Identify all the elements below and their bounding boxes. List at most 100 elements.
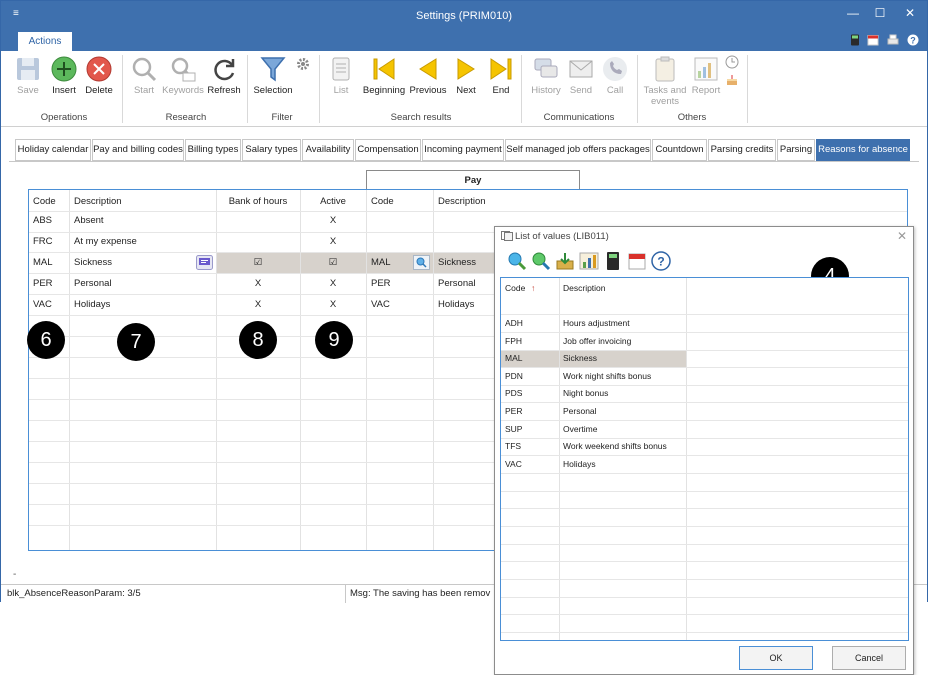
keywords-button[interactable]: Keywords xyxy=(162,55,204,96)
beginning-button[interactable]: Beginning xyxy=(360,55,408,96)
save-button[interactable]: Save xyxy=(13,55,43,96)
list-item-code[interactable]: PDS xyxy=(505,385,522,402)
tab-holiday-calendar[interactable]: Holiday calendar xyxy=(15,139,91,161)
cancel-button[interactable]: Cancel xyxy=(832,646,906,670)
list-item-code[interactable]: VAC xyxy=(505,456,522,473)
list-item-code[interactable]: PDN xyxy=(505,368,523,385)
tab-self-managed-job-offers-packages[interactable]: Self managed job offers packages xyxy=(505,139,651,161)
clock-icon[interactable] xyxy=(725,55,739,69)
checkbox-active[interactable]: ☑ xyxy=(300,253,366,273)
cell-description[interactable]: Holidays xyxy=(74,295,110,315)
list-item-description[interactable]: Job offer invoicing xyxy=(563,333,631,350)
tab-parsing-credits[interactable]: Parsing credits xyxy=(708,139,776,161)
column-header-code[interactable]: Code xyxy=(33,196,56,207)
gear-icon[interactable] xyxy=(296,57,310,71)
tab-reasons-for-absence[interactable]: Reasons for absence xyxy=(816,139,910,161)
delete-button[interactable]: Delete xyxy=(83,55,115,96)
call-button[interactable]: Call xyxy=(600,55,630,96)
cell-code[interactable]: FRC xyxy=(33,232,53,252)
minimize-button[interactable]: — xyxy=(843,6,863,20)
lookup-magnifier-icon[interactable] xyxy=(413,255,430,270)
cell-pay-description[interactable]: Holidays xyxy=(438,295,474,315)
cell-pay-description[interactable]: Personal xyxy=(438,274,476,294)
next-button[interactable]: Next xyxy=(451,55,481,96)
calculator-icon[interactable] xyxy=(603,251,623,271)
list-item-description[interactable]: Personal xyxy=(563,403,597,420)
tab-billing-types[interactable]: Billing types xyxy=(185,139,241,161)
cell-active[interactable]: X xyxy=(300,295,366,315)
cell-bank-of-hours[interactable]: X xyxy=(216,295,300,315)
cell-description[interactable]: Sickness xyxy=(74,253,112,273)
search-icon[interactable] xyxy=(507,251,527,271)
list-item-code[interactable]: TFS xyxy=(505,438,521,455)
calculator-icon[interactable] xyxy=(849,34,861,46)
column-header-pay-code[interactable]: Code xyxy=(371,196,394,207)
list-item-description[interactable]: Overtime xyxy=(563,421,597,438)
column-header-bank-of-hours[interactable]: Bank of hours xyxy=(216,196,300,207)
chart-icon[interactable] xyxy=(579,251,599,271)
resize-handle[interactable]: - xyxy=(13,569,16,580)
column-header-description[interactable]: Description xyxy=(74,196,122,207)
cell-description[interactable]: At my expense xyxy=(74,232,137,252)
tab-incoming-payment[interactable]: Incoming payment xyxy=(422,139,504,161)
tab-actions[interactable]: Actions xyxy=(17,31,73,51)
cell-code[interactable]: ABS xyxy=(33,211,52,231)
list-item-code[interactable]: FPH xyxy=(505,333,522,350)
previous-button[interactable]: Previous xyxy=(408,55,448,96)
list-item-code[interactable]: MAL xyxy=(505,350,522,367)
end-button[interactable]: End xyxy=(486,55,516,96)
cell-pay-code[interactable]: MAL xyxy=(371,253,391,273)
maximize-button[interactable]: ☐ xyxy=(870,6,890,20)
cell-code[interactable]: PER xyxy=(33,274,53,294)
list-item-description[interactable]: Holidays xyxy=(563,456,596,473)
list-item-description[interactable]: Work night shifts bonus xyxy=(563,368,651,385)
tab-availability[interactable]: Availability xyxy=(302,139,354,161)
list-item-code[interactable]: ADH xyxy=(505,315,523,332)
column-header-pay-description[interactable]: Description xyxy=(438,196,486,207)
help-icon[interactable]: ? xyxy=(907,34,919,46)
sort-ascending-icon[interactable]: ↑ xyxy=(531,280,535,297)
tab-countdown[interactable]: Countdown xyxy=(652,139,707,161)
print-icon[interactable] xyxy=(887,34,899,46)
cell-pay-code[interactable]: PER xyxy=(371,274,391,294)
close-button[interactable]: ✕ xyxy=(900,6,920,20)
list-item-description[interactable]: Night bonus xyxy=(563,385,608,402)
cell-description[interactable]: Absent xyxy=(74,211,104,231)
checkbox-bank-of-hours[interactable]: ☑ xyxy=(216,253,300,273)
column-header-description[interactable]: Description xyxy=(563,280,606,297)
dialog-close-button[interactable]: ✕ xyxy=(897,229,907,243)
comment-icon[interactable] xyxy=(196,255,213,270)
refresh-button[interactable]: Refresh xyxy=(205,55,243,96)
list-item-description[interactable]: Hours adjustment xyxy=(563,315,630,332)
column-header-code[interactable]: Code xyxy=(505,280,525,297)
tasks-and-events-button[interactable]: Tasks and events xyxy=(642,55,688,107)
tab-compensation[interactable]: Compensation xyxy=(355,139,421,161)
send-button[interactable]: Send xyxy=(566,55,596,96)
cell-code[interactable]: VAC xyxy=(33,295,52,315)
list-item-description[interactable]: Work weekend shifts bonus xyxy=(563,438,667,455)
ok-button[interactable]: OK xyxy=(739,646,813,670)
list-item-description[interactable]: Sickness xyxy=(563,350,597,367)
list-button[interactable]: List xyxy=(326,55,356,96)
cell-bank-of-hours[interactable]: X xyxy=(216,274,300,294)
tab-pay-and-billing-codes[interactable]: Pay and billing codes xyxy=(92,139,184,161)
history-button[interactable]: History xyxy=(528,55,564,96)
cell-code[interactable]: MAL xyxy=(33,253,53,273)
calendar-icon[interactable] xyxy=(627,251,647,271)
help-icon[interactable]: ? xyxy=(651,251,671,271)
tab-parsing[interactable]: Parsing xyxy=(777,139,815,161)
tab-salary-types[interactable]: Salary types xyxy=(242,139,301,161)
column-header-active[interactable]: Active xyxy=(300,196,366,207)
list-item-code[interactable]: SUP xyxy=(505,421,522,438)
cell-active[interactable]: X xyxy=(300,232,366,252)
list-item-code[interactable]: PER xyxy=(505,403,522,420)
report-button[interactable]: Report xyxy=(689,55,723,96)
cell-pay-description[interactable]: Sickness xyxy=(438,253,476,273)
cell-description[interactable]: Personal xyxy=(74,274,112,294)
selection-button[interactable]: Selection xyxy=(251,55,295,96)
cake-icon[interactable] xyxy=(725,73,739,87)
start-button[interactable]: Start xyxy=(129,55,159,96)
cell-pay-code[interactable]: VAC xyxy=(371,295,390,315)
cell-active[interactable]: X xyxy=(300,274,366,294)
search-next-icon[interactable] xyxy=(531,251,551,271)
